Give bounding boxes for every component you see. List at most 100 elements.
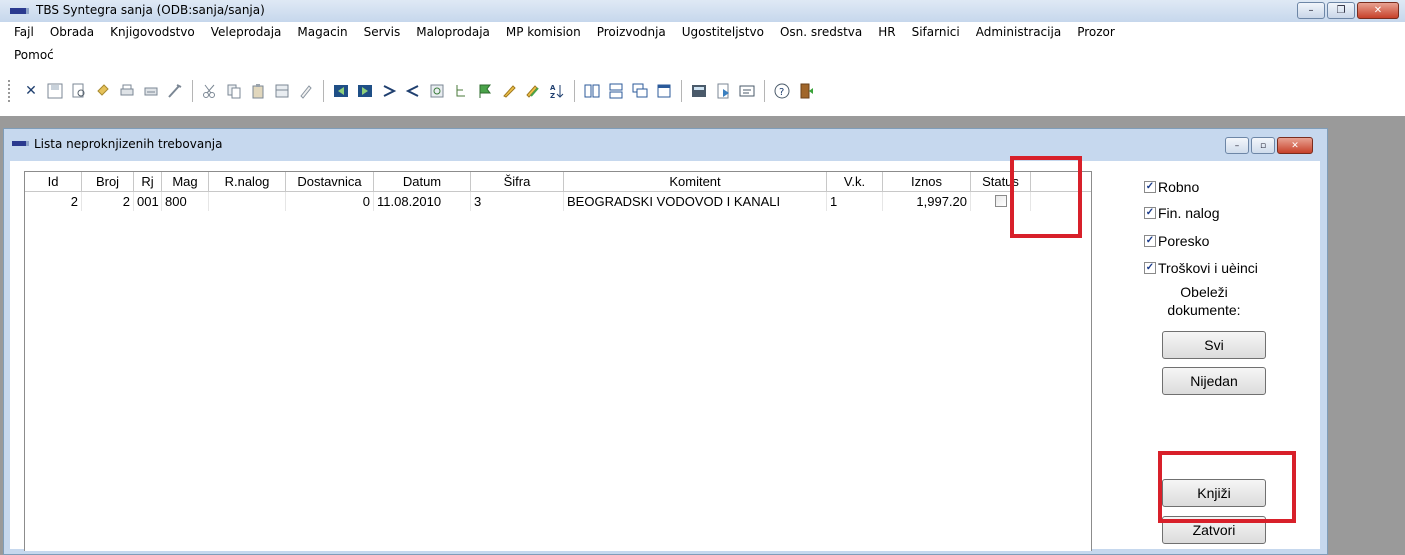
child-minimize-button[interactable]: –	[1225, 137, 1249, 154]
svg-text:A: A	[550, 84, 556, 92]
cell-broj[interactable]: 2	[82, 192, 134, 211]
fin-nalog-label: Fin. nalog	[1158, 205, 1220, 221]
cell-sifra[interactable]: 3	[471, 192, 564, 211]
last-record-icon[interactable]	[356, 82, 374, 100]
menu-osn-sredstva[interactable]: Osn. sredstva	[780, 25, 862, 39]
status-column-highlight	[1010, 156, 1082, 238]
document-icon[interactable]	[714, 82, 732, 100]
print-preview-icon[interactable]	[70, 82, 88, 100]
menu-sifarnici[interactable]: Sifarnici	[912, 25, 960, 39]
window-titlebar[interactable]: TBS Syntegra sanja (ODB:sanja/sanja) – ❐…	[0, 0, 1405, 23]
col-header-rj[interactable]: Rj	[134, 172, 162, 191]
poresko-checkbox[interactable]: ✓	[1144, 235, 1156, 247]
maximize-button[interactable]: ❐	[1327, 2, 1355, 19]
sort-az-icon[interactable]: AZ	[548, 82, 566, 100]
tile-horizontal-icon[interactable]	[607, 82, 625, 100]
cascade-icon[interactable]	[631, 82, 649, 100]
minimize-button[interactable]: –	[1297, 2, 1325, 19]
col-header-dostavnica[interactable]: Dostavnica	[286, 172, 374, 191]
col-header-datum[interactable]: Datum	[374, 172, 471, 191]
menu-ugostiteljstvo[interactable]: Ugostiteljstvo	[682, 25, 764, 39]
flag-icon[interactable]	[476, 82, 494, 100]
window-icon[interactable]	[655, 82, 673, 100]
menu-prozor[interactable]: Prozor	[1077, 25, 1115, 39]
menu-bar: Fajl Obrada Knjigovodstvo Veleprodaja Ma…	[0, 22, 1405, 68]
menu-hr[interactable]: HR	[878, 25, 895, 39]
mark-documents-label: Obeleži dokumente:	[1144, 283, 1264, 319]
exit-icon[interactable]	[797, 82, 815, 100]
toolbar-icons: ✕ A Z ?	[22, 80, 821, 102]
toolbar-grip[interactable]	[8, 80, 12, 102]
robno-checkbox[interactable]: ✓	[1144, 181, 1156, 193]
option-robno[interactable]: ✓ Robno	[1144, 179, 1199, 195]
save-icon[interactable]	[46, 82, 64, 100]
menu-maloprodaja[interactable]: Maloprodaja	[416, 25, 490, 39]
wand-icon[interactable]	[166, 82, 184, 100]
nijedan-button[interactable]: Nijedan	[1162, 367, 1266, 395]
calculator-icon[interactable]	[273, 82, 291, 100]
cell-rj[interactable]: 001	[134, 192, 162, 211]
svi-button[interactable]: Svi	[1162, 331, 1266, 359]
printer-setup-icon[interactable]	[142, 82, 160, 100]
menu-obrada[interactable]: Obrada	[50, 25, 94, 39]
menu-veleprodaja[interactable]: Veleprodaja	[211, 25, 282, 39]
menu-magacin[interactable]: Magacin	[297, 25, 347, 39]
edit-icon[interactable]	[297, 82, 315, 100]
fin-nalog-checkbox[interactable]: ✓	[1144, 207, 1156, 219]
tile-vertical-icon[interactable]	[583, 82, 601, 100]
cell-komitent[interactable]: BEOGRADSKI VODOVOD I KANALI	[564, 192, 827, 211]
toolbar: ✕ A Z ?	[0, 68, 1405, 116]
next-icon[interactable]	[380, 82, 398, 100]
menu-pomoc[interactable]: Pomoć	[14, 48, 54, 62]
undo-icon[interactable]	[94, 82, 112, 100]
cell-datum[interactable]: 11.08.2010	[374, 192, 471, 211]
first-record-icon[interactable]	[332, 82, 350, 100]
menu-administracija[interactable]: Administracija	[976, 25, 1061, 39]
menu-servis[interactable]: Servis	[364, 25, 401, 39]
status-checkbox[interactable]	[994, 195, 1007, 208]
close-button[interactable]: ✕	[1357, 2, 1399, 19]
cell-mag[interactable]: 800	[162, 192, 209, 211]
cell-rnalog[interactable]	[209, 192, 286, 211]
col-header-broj[interactable]: Broj	[82, 172, 134, 191]
refresh-icon[interactable]	[428, 82, 446, 100]
menu-mp-komision[interactable]: MP komision	[506, 25, 581, 39]
documents-grid[interactable]: Id Broj Rj Mag R.nalog Dostavnica Datum …	[24, 171, 1092, 551]
col-header-id[interactable]: Id	[25, 172, 82, 191]
cell-id[interactable]: 2	[25, 192, 82, 211]
cell-vk[interactable]: 1	[827, 192, 883, 211]
print-icon[interactable]	[118, 82, 136, 100]
form-icon[interactable]	[738, 82, 756, 100]
child-titlebar[interactable]: Lista neproknjizenih trebovanja – ▫ ✕	[4, 129, 1327, 157]
troskovi-checkbox[interactable]: ✓	[1144, 262, 1156, 274]
menu-proizvodnja[interactable]: Proizvodnja	[597, 25, 666, 39]
help-icon[interactable]: ?	[773, 82, 791, 100]
pen-icon[interactable]	[500, 82, 518, 100]
mark-label-line2: dokumente:	[1167, 302, 1241, 318]
col-header-rnalog[interactable]: R.nalog	[209, 172, 286, 191]
col-header-sifra[interactable]: Šifra	[471, 172, 564, 191]
pens-icon[interactable]	[524, 82, 542, 100]
menu-fajl[interactable]: Fajl	[14, 25, 34, 39]
close-doc-icon[interactable]: ✕	[22, 82, 40, 100]
option-troskovi[interactable]: ✓ Troškovi i uèinci	[1144, 260, 1258, 276]
col-header-vk[interactable]: V.k.	[827, 172, 883, 191]
copy-icon[interactable]	[225, 82, 243, 100]
child-close-button[interactable]: ✕	[1277, 137, 1313, 154]
menu-knjigovodstvo[interactable]: Knjigovodstvo	[110, 25, 195, 39]
child-restore-button[interactable]: ▫	[1251, 137, 1275, 154]
cut-icon[interactable]	[201, 82, 219, 100]
cell-dostavnica[interactable]: 0	[286, 192, 374, 211]
option-fin-nalog[interactable]: ✓ Fin. nalog	[1144, 205, 1219, 221]
calc-icon[interactable]	[690, 82, 708, 100]
option-poresko[interactable]: ✓ Poresko	[1144, 233, 1209, 249]
cell-iznos[interactable]: 1,997.20	[883, 192, 971, 211]
paste-icon[interactable]	[249, 82, 267, 100]
tree-icon[interactable]	[452, 82, 470, 100]
col-header-iznos[interactable]: Iznos	[883, 172, 971, 191]
child-window-title: Lista neproknjizenih trebovanja	[34, 137, 223, 151]
col-header-mag[interactable]: Mag	[162, 172, 209, 191]
col-header-komitent[interactable]: Komitent	[564, 172, 827, 191]
previous-icon[interactable]	[404, 82, 422, 100]
table-row[interactable]: 2 2 001 800 0 11.08.2010 3 BEOGRADSKI VO…	[25, 192, 1091, 211]
